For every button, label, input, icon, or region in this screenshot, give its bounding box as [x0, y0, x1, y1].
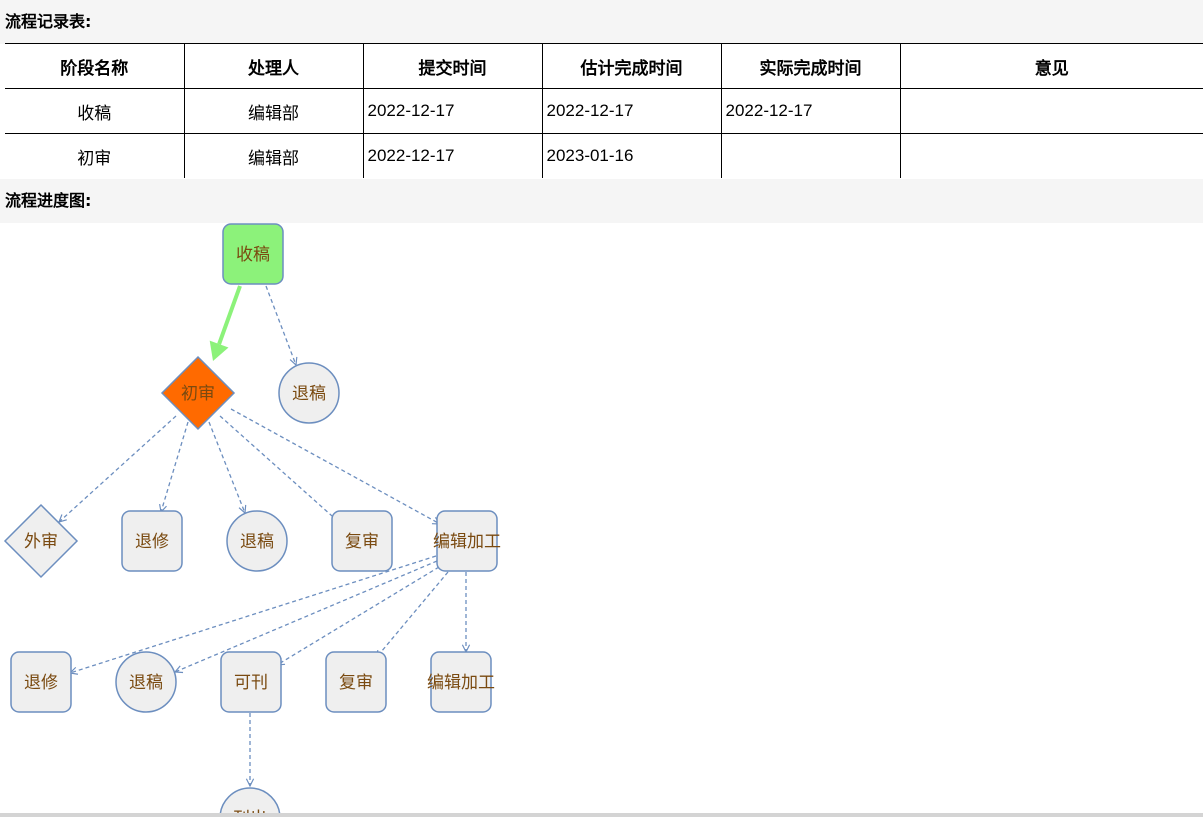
node-label: 退修: [135, 532, 169, 552]
node-label: 可刊: [234, 673, 268, 693]
edge-n1-to-n3: [265, 285, 296, 365]
node-label: 复审: [339, 673, 373, 693]
node-label: 编辑加工: [427, 673, 495, 693]
node-label: 收稿: [236, 245, 270, 265]
node-label: 外审: [24, 532, 58, 552]
node-n5[interactable]: 退修: [121, 510, 183, 572]
diagram-title: 流程进度图:: [0, 179, 1203, 223]
cell-estimated-finish: 2022-12-17: [541, 88, 722, 134]
cell-stage-name: 初审: [5, 133, 185, 178]
node-n13[interactable]: 编辑加工: [427, 651, 495, 713]
cell-opinion: [899, 133, 1203, 178]
node-n12[interactable]: 复审: [325, 651, 387, 713]
cell-handler: 编辑部: [183, 133, 364, 178]
node-n6[interactable]: 退稿: [226, 510, 288, 572]
cell-submit-time: 2022-12-17: [362, 133, 543, 178]
edge-n2-to-n7: [219, 415, 341, 524]
node-label: 编辑加工: [433, 532, 501, 552]
node-label: 初审: [181, 384, 215, 404]
cell-actual-finish: [720, 133, 901, 178]
edge-n2-to-n5: [161, 421, 189, 512]
node-n11[interactable]: 可刊: [220, 651, 282, 713]
column-header-actual-finish: 实际完成时间: [720, 43, 901, 89]
column-header-opinion: 意见: [899, 43, 1203, 89]
node-n3[interactable]: 退稿: [278, 362, 340, 424]
edge-n1-to-n2: [217, 285, 242, 345]
process-flow-diagram: 收稿初审退稿外审退修退稿复审编辑加工退修退稿可刊复审编辑加工刊出: [3, 223, 501, 814]
process-record-table: 阶段名称 处理人 提交时间 估计完成时间 实际完成时间 意见 收稿 编辑部 20…: [5, 43, 1203, 178]
column-header-submit-time: 提交时间: [362, 43, 543, 89]
node-label: 退稿: [292, 384, 326, 404]
node-n10[interactable]: 退稿: [115, 651, 177, 713]
node-label: 退修: [24, 673, 58, 693]
column-header-estimated-finish: 估计完成时间: [541, 43, 722, 89]
cell-stage-name: 收稿: [5, 88, 185, 134]
cell-actual-finish: 2022-12-17: [720, 88, 901, 134]
horizontal-scrollbar[interactable]: [0, 813, 1203, 817]
node-n14[interactable]: 刊出: [219, 787, 281, 814]
node-label: 退稿: [129, 673, 163, 693]
edge-n8-to-n10: [175, 560, 438, 672]
node-n9[interactable]: 退修: [10, 651, 72, 713]
cell-handler: 编辑部: [183, 88, 364, 134]
column-header-stage-name: 阶段名称: [5, 43, 185, 89]
column-header-handler: 处理人: [183, 43, 364, 89]
table-row: 收稿 编辑部 2022-12-17 2022-12-17 2022-12-17: [5, 88, 1203, 134]
cell-estimated-finish: 2023-01-16: [541, 133, 722, 178]
edge-n2-to-n6: [208, 421, 245, 513]
edge-n2-to-n4: [59, 415, 177, 522]
edge-n8-to-n12: [376, 571, 449, 658]
node-n1[interactable]: 收稿: [222, 223, 284, 285]
cell-submit-time: 2022-12-17: [362, 88, 543, 134]
node-label: 退稿: [240, 532, 274, 552]
edge-n8-to-n11: [277, 566, 440, 665]
record-table-title: 流程记录表:: [0, 0, 1203, 44]
node-n8[interactable]: 编辑加工: [433, 510, 501, 572]
node-label: 复审: [345, 532, 379, 552]
cell-opinion: [899, 88, 1203, 134]
table-row: 初审 编辑部 2022-12-17 2023-01-16: [5, 133, 1203, 178]
node-n7[interactable]: 复审: [331, 510, 393, 572]
edge-n2-to-n8: [230, 408, 440, 524]
table-header-row: 阶段名称 处理人 提交时间 估计完成时间 实际完成时间 意见: [5, 43, 1203, 89]
